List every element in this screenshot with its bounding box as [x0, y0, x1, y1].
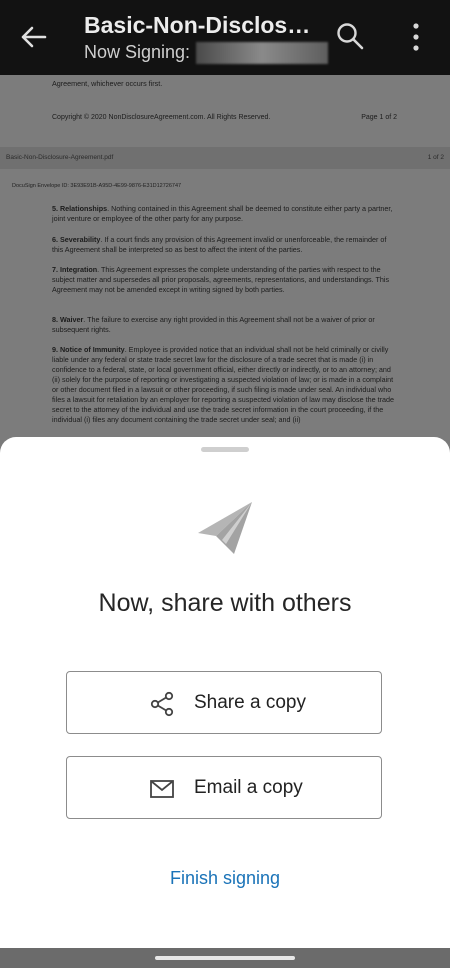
- home-gesture-handle[interactable]: [155, 956, 295, 960]
- document-title: Basic-Non-Disclosu...: [84, 12, 314, 38]
- email-a-copy-label: Email a copy: [194, 777, 303, 798]
- finish-signing-link[interactable]: Finish signing: [0, 868, 450, 889]
- envelope-icon: [150, 780, 174, 798]
- doc-copyright: Copyright © 2020 NonDisclosureAgreement.…: [52, 114, 271, 121]
- search-icon[interactable]: [336, 22, 364, 50]
- share-bottom-sheet: Now, share with others Share a copy Emai…: [0, 437, 450, 948]
- envelope-id: DocuSign Envelope ID: 3E93E91B-A95D-4E99…: [12, 183, 182, 189]
- doc-paragraph: 7. Integration. This Agreement expresses…: [52, 265, 390, 294]
- redacted-signer-name: [196, 42, 329, 65]
- share-a-copy-label: Share a copy: [194, 692, 306, 713]
- doc-paragraph: 8. Waiver. The failure to exercise any r…: [52, 315, 375, 334]
- share-icon: [150, 691, 174, 717]
- doc-fragment: Agreement, whichever occurs first.: [52, 79, 163, 88]
- doc-file-name: Basic-Non-Disclosure-Agreement.pdf: [6, 154, 114, 161]
- paper-plane-icon: [198, 502, 252, 554]
- doc-paragraph: 6. Severability. If a court finds any pr…: [52, 235, 387, 254]
- doc-footer: Copyright © 2020 NonDisclosureAgreement.…: [52, 113, 397, 123]
- drag-handle[interactable]: [201, 447, 249, 452]
- more-vert-icon[interactable]: [410, 22, 422, 52]
- page-separator: Basic-Non-Disclosure-Agreement.pdf 1 of …: [0, 147, 450, 169]
- sheet-heading: Now, share with others: [98, 589, 352, 617]
- doc-paragraph: 5. Relationships. Nothing contained in t…: [52, 204, 393, 223]
- doc-page-label: Page 1 of 2: [361, 114, 397, 121]
- system-nav-bar: [0, 948, 450, 968]
- app-bar: Basic-Non-Disclosu... Now Signing:: [0, 0, 450, 75]
- doc-paragraph: 9. Notice of Immunity. Employee is provi…: [52, 345, 394, 424]
- signing-status: Now Signing:: [84, 42, 329, 65]
- doc-page-count: 1 of 2: [427, 154, 444, 161]
- share-a-copy-button[interactable]: Share a copy: [66, 671, 382, 734]
- back-arrow-icon[interactable]: [18, 22, 48, 52]
- signing-status-label: Now Signing:: [84, 42, 191, 62]
- document-viewer: Agreement, whichever occurs first. Copyr…: [0, 75, 450, 440]
- email-a-copy-button[interactable]: Email a copy: [66, 756, 382, 819]
